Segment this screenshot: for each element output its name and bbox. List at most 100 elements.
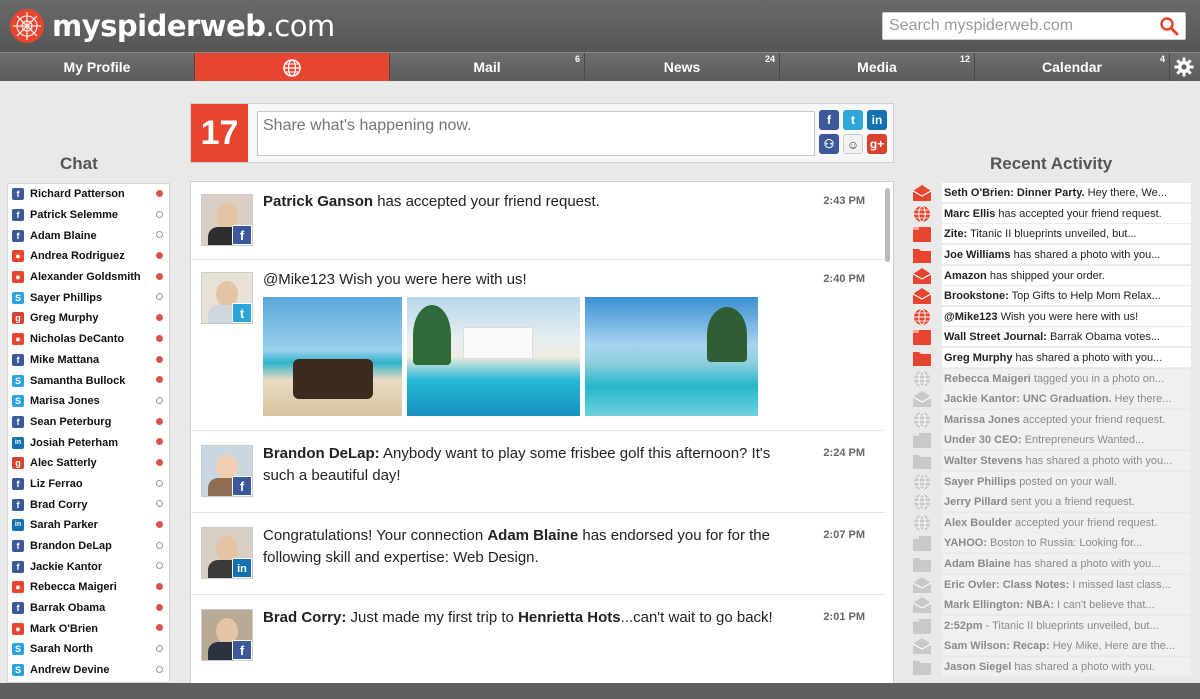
tab-home[interactable] bbox=[195, 53, 390, 81]
photo-thumbnail[interactable] bbox=[263, 297, 402, 416]
activity-item[interactable]: YAHOO: Boston to Russia: Looking for... bbox=[910, 533, 1193, 554]
activity-item[interactable]: Adam Blaine has shared a photo with you.… bbox=[910, 554, 1193, 575]
activity-item[interactable]: Jerry Pillard sent you a friend request. bbox=[910, 492, 1193, 513]
activity-item[interactable]: Eric Ovler: Class Notes: I missed last c… bbox=[910, 574, 1193, 595]
unread-count: 17 bbox=[191, 104, 248, 162]
chat-contact[interactable]: f Richard Patterson bbox=[8, 184, 169, 205]
activity-detail: Titanic II blueprints unveiled, but... bbox=[967, 228, 1137, 241]
activity-text: Marc Ellis has accepted your friend requ… bbox=[942, 203, 1191, 224]
activity-detail: Barrak Obama votes... bbox=[1046, 331, 1160, 344]
chat-contact[interactable]: f Brad Corry bbox=[8, 494, 169, 515]
chat-contact[interactable]: f Sean Peterburg bbox=[8, 412, 169, 433]
chat-contact[interactable]: S Andrew Devine bbox=[8, 660, 169, 681]
activity-item[interactable]: Rebecca Maigeri tagged you in a photo on… bbox=[910, 368, 1193, 389]
avatar[interactable]: in bbox=[201, 527, 253, 579]
chat-contact[interactable]: f Patrick Selemme bbox=[8, 205, 169, 226]
search-icon[interactable] bbox=[1159, 16, 1179, 36]
post-time: 2:43 PM bbox=[823, 195, 865, 207]
activity-item[interactable]: Joe Williams has shared a photo with you… bbox=[910, 245, 1193, 266]
activity-item[interactable]: @Mike123 Wish you were here with us! bbox=[910, 306, 1193, 328]
status-online-icon bbox=[156, 376, 163, 384]
post-mention[interactable]: Henrietta Hots bbox=[518, 609, 621, 626]
chat-contact[interactable]: f Adam Blaine bbox=[8, 225, 169, 246]
activity-item[interactable]: Sam Wilson: Recap: Hey Mike, Here are th… bbox=[910, 636, 1193, 657]
skype-icon: S bbox=[12, 643, 24, 656]
chat-contact[interactable]: S Sarah North bbox=[8, 639, 169, 660]
chat-contact[interactable]: g Greg Murphy bbox=[8, 308, 169, 329]
chat-contact[interactable]: f Jackie Kantor bbox=[8, 556, 169, 577]
activity-item[interactable]: Zite: Titanic II blueprints unveiled, bu… bbox=[910, 224, 1193, 245]
activity-item[interactable]: Wall Street Journal: Barrak Obama votes.… bbox=[910, 327, 1193, 348]
gear-icon[interactable] bbox=[1174, 57, 1194, 77]
avatar[interactable]: f bbox=[201, 445, 253, 497]
status-online-icon bbox=[156, 314, 163, 322]
chat-contact[interactable]: S Sayer Phillips bbox=[8, 287, 169, 308]
twitter-icon[interactable]: t bbox=[843, 110, 863, 130]
brand-logo[interactable]: myspiderweb.com bbox=[52, 9, 335, 43]
linkedin-icon[interactable]: in bbox=[867, 110, 887, 130]
chat-contact[interactable]: in Josiah Peterham bbox=[8, 432, 169, 453]
chat-contact[interactable]: ● Alexander Goldsmith bbox=[8, 267, 169, 288]
activity-text: Marissa Jones accepted your friend reque… bbox=[942, 409, 1191, 430]
twitter-icon: t bbox=[232, 303, 252, 323]
facebook-icon[interactable]: f bbox=[819, 110, 839, 130]
post-author[interactable]: Brandon DeLap: bbox=[263, 445, 380, 462]
google-icon: g bbox=[12, 457, 24, 470]
activity-item[interactable]: Brookstone: Top Gifts to Help Mom Relax.… bbox=[910, 286, 1193, 307]
tab-calendar[interactable]: Calendar 4 bbox=[975, 53, 1170, 81]
chat-contact[interactable]: f Mike Mattana bbox=[8, 350, 169, 371]
myspace-icon[interactable]: ⚇ bbox=[819, 134, 839, 154]
tab-news[interactable]: News 24 bbox=[585, 53, 780, 81]
google-plus-icon[interactable]: g+ bbox=[867, 134, 887, 154]
activity-item[interactable]: Under 30 CEO: Entrepreneurs Wanted... bbox=[910, 430, 1193, 451]
activity-subject: Zite: bbox=[944, 228, 968, 241]
activity-item[interactable]: Alex Boulder accepted your friend reques… bbox=[910, 512, 1193, 534]
chat-contact[interactable]: S Samantha Bullock bbox=[8, 370, 169, 391]
post-mention[interactable]: Adam Blaine bbox=[487, 527, 578, 544]
activity-item[interactable]: Seth O'Brien: Dinner Party. Hey there, W… bbox=[910, 183, 1193, 204]
globe-icon bbox=[912, 370, 932, 388]
activity-item[interactable]: Amazon has shipped your order. bbox=[910, 265, 1193, 286]
activity-item[interactable]: Mark Ellington: NBA: I can't believe tha… bbox=[910, 595, 1193, 616]
chat-contact[interactable]: f Barrak Obama bbox=[8, 598, 169, 619]
chat-contact[interactable]: ● Andrea Rodriguez bbox=[8, 246, 169, 267]
chat-contact[interactable]: g Alec Satterly bbox=[8, 453, 169, 474]
chat-contact[interactable]: ● Mark O'Brien bbox=[8, 618, 169, 639]
chat-contact[interactable]: S Marisa Jones bbox=[8, 391, 169, 412]
avatar[interactable]: f bbox=[201, 194, 253, 246]
tab-media[interactable]: Media 12 bbox=[780, 53, 975, 81]
chat-contact[interactable]: f Brandon DeLap bbox=[8, 536, 169, 557]
chat-contact-name: Alec Satterly bbox=[30, 457, 97, 470]
feed-scrollbar[interactable] bbox=[885, 188, 890, 262]
chat-contact[interactable]: in Sarah Parker bbox=[8, 515, 169, 536]
facebook-icon: f bbox=[12, 188, 24, 201]
spiderweb-logo-icon[interactable] bbox=[10, 9, 44, 43]
beach-chairs-shape bbox=[293, 359, 373, 399]
post-author[interactable]: Brad Corry: bbox=[263, 609, 346, 626]
chat-contact[interactable]: ● Nicholas DeCanto bbox=[8, 329, 169, 350]
post-author[interactable]: Patrick Ganson bbox=[263, 193, 373, 210]
activity-item[interactable]: 2:52pm - Titanic II blueprints unveiled,… bbox=[910, 615, 1193, 637]
activity-item[interactable]: Greg Murphy has shared a photo with you.… bbox=[910, 348, 1193, 369]
search-input[interactable] bbox=[883, 13, 1153, 39]
reddit-icon[interactable]: ☺ bbox=[843, 134, 863, 154]
photo-thumbnail[interactable] bbox=[407, 297, 580, 416]
avatar[interactable]: f bbox=[201, 609, 253, 661]
activity-text: Eric Ovler: Class Notes: I missed last c… bbox=[942, 574, 1191, 595]
activity-item[interactable]: Marc Ellis has accepted your friend requ… bbox=[910, 203, 1193, 225]
avatar[interactable]: t bbox=[201, 272, 253, 324]
activity-item[interactable]: Walter Stevens has shared a photo with y… bbox=[910, 451, 1193, 472]
chat-contact[interactable]: f Liz Ferrao bbox=[8, 474, 169, 495]
activity-item[interactable]: Jackie Kantor: UNC Graduation. Hey there… bbox=[910, 389, 1193, 410]
facebook-icon: f bbox=[12, 560, 24, 573]
activity-item[interactable]: Sayer Phillips posted on your wall. bbox=[910, 471, 1193, 492]
photo-thumbnail[interactable] bbox=[585, 297, 758, 416]
activity-item[interactable]: Jason Siegel has shared a photo with you… bbox=[910, 657, 1193, 678]
activity-item[interactable]: Marissa Jones accepted your friend reque… bbox=[910, 409, 1193, 431]
status-input[interactable] bbox=[257, 111, 815, 156]
status-online-icon bbox=[156, 272, 163, 280]
chat-contact[interactable]: ● Rebecca Maigeri bbox=[8, 577, 169, 598]
search-box[interactable] bbox=[882, 12, 1186, 40]
tab-mail[interactable]: Mail 6 bbox=[390, 53, 585, 81]
tab-my-profile[interactable]: My Profile bbox=[0, 53, 195, 81]
